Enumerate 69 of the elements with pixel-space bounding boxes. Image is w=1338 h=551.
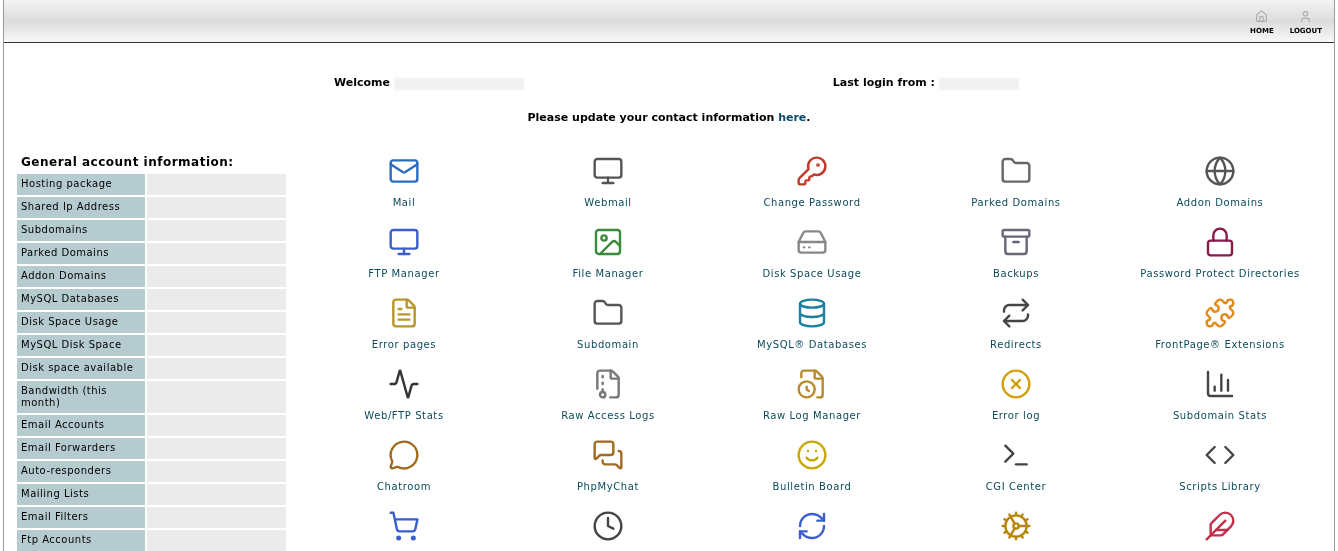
info-label: Ftp Accounts [17, 530, 145, 551]
tool-link[interactable]: Error log [991, 408, 1041, 423]
activity-icon [388, 368, 420, 400]
tool-link[interactable]: Mail [392, 195, 416, 210]
lock-icon [1204, 226, 1236, 258]
tool-link[interactable]: Web/FTP Stats [364, 408, 444, 423]
gears-icon [1000, 510, 1032, 542]
tool-link[interactable]: MySQL® Databases [756, 337, 867, 352]
info-label: Shared Ip Address [17, 197, 145, 218]
chat-bubbles-icon [592, 439, 624, 471]
shopping-cart-icon [388, 510, 420, 542]
tool-link[interactable]: Addon Domains [1176, 195, 1264, 210]
tool-link[interactable]: Chatroom [376, 479, 431, 494]
globe-icon [1204, 155, 1236, 187]
feather-icon [1204, 510, 1236, 542]
tool-link[interactable]: Backups [992, 266, 1040, 281]
info-label: Email Forwarders [17, 438, 145, 459]
tool-link[interactable]: Parked Domains [971, 195, 1061, 210]
tool-link[interactable]: Redirects [990, 337, 1042, 352]
refresh-icon [796, 510, 828, 542]
database-icon [796, 297, 828, 329]
welcome-label: Welcome [334, 75, 390, 92]
tool-link[interactable]: Webmail [584, 195, 632, 210]
info-label: MySQL Databases [17, 289, 145, 310]
tool-link[interactable]: FTP Manager [368, 266, 440, 281]
tool-link[interactable]: Error pages [371, 337, 437, 352]
picture-icon [592, 226, 624, 258]
info-label: Email Filters [17, 507, 145, 528]
arrows-icon [1000, 297, 1032, 329]
clock-icon [592, 510, 624, 542]
tool-link[interactable]: Disk Space Usage [762, 266, 862, 281]
info-label: Subdomains [17, 220, 145, 241]
smiley-icon [796, 439, 828, 471]
info-label: Disk space available [17, 358, 145, 379]
monitor-icon [592, 155, 624, 187]
here-link[interactable]: here [778, 110, 807, 124]
info-label: Bandwidth (this month) [17, 381, 145, 413]
info-label: Disk Space Usage [17, 312, 145, 333]
key-icon [796, 155, 828, 187]
chat-bubble-icon [388, 439, 420, 471]
puzzle-icon [1204, 297, 1236, 329]
info-label: Parked Domains [17, 243, 145, 264]
tool-link[interactable]: Change Password [763, 195, 861, 210]
info-label: Addon Domains [17, 266, 145, 287]
bar-chart-icon [1204, 368, 1236, 400]
monitor-icon [388, 226, 420, 258]
tool-link[interactable]: Scripts Library [1179, 479, 1261, 494]
section-title: General account information: [20, 154, 235, 171]
tool-link[interactable]: CGI Center [985, 479, 1047, 494]
tool-link[interactable]: FrontPage® Extensions [1155, 337, 1285, 352]
tool-link[interactable]: Subdomain [577, 337, 639, 352]
tool-link[interactable]: Subdomain Stats [1172, 408, 1268, 423]
archive-icon [1000, 226, 1032, 258]
tool-link[interactable]: Raw Access Logs [561, 408, 655, 423]
house-icon [1255, 10, 1269, 23]
info-label: Mailing Lists [17, 484, 145, 505]
tool-link[interactable]: Bulletin Board [772, 479, 852, 494]
info-label: Email Accounts [17, 415, 145, 436]
tool-link[interactable]: Password Protect Directories [1140, 266, 1300, 281]
tool-link[interactable]: Raw Log Manager [762, 408, 862, 423]
tool-link[interactable]: PhpMyChat [577, 479, 639, 494]
info-label: Hosting package [17, 174, 145, 195]
update-notice: Please update your contact information here. [527, 109, 811, 126]
info-label: MySQL Disk Space [17, 335, 145, 356]
x-circle-icon [1000, 368, 1032, 400]
person-icon [1299, 10, 1313, 23]
info-label: Auto-responders [17, 461, 145, 482]
last-login-label: Last login from : [832, 75, 935, 92]
tool-link[interactable]: File Manager [572, 266, 644, 281]
